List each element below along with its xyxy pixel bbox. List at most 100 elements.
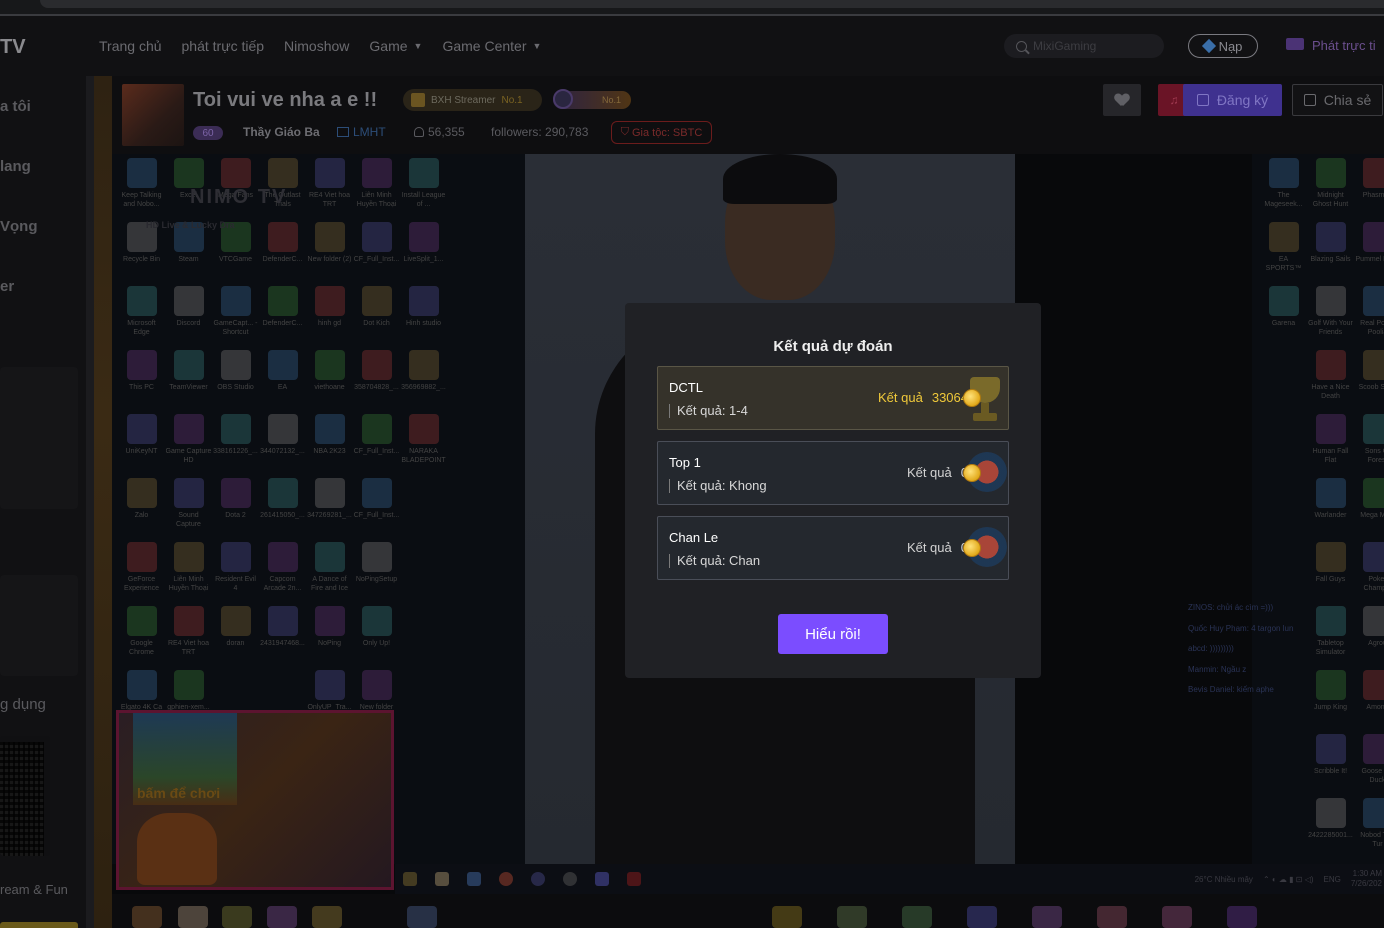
coin-icon xyxy=(963,464,981,482)
search-placeholder: MixiGaming xyxy=(1033,39,1097,53)
topup-button[interactable]: Nạp xyxy=(1188,34,1258,58)
app-icon xyxy=(361,478,392,508)
subscribe-button[interactable]: Đăng ký xyxy=(1183,84,1282,116)
desktop-icon-label: This PC xyxy=(129,384,154,391)
sidebar-bottom-button[interactable] xyxy=(0,922,78,928)
sidebar-card xyxy=(0,367,78,509)
desktop-icon: Resident Evil 4 xyxy=(212,542,259,606)
app-icon xyxy=(1315,606,1346,636)
sidebar-scrollbar[interactable] xyxy=(86,76,94,928)
app-icon xyxy=(267,542,298,572)
app-icon xyxy=(408,222,439,252)
app-icon xyxy=(408,286,439,316)
gift-item[interactable] xyxy=(312,906,342,928)
desktop-icon: New folder (2) xyxy=(306,222,353,286)
sidebar-item-mine[interactable]: a tôi xyxy=(0,98,31,115)
gift-item[interactable] xyxy=(407,906,437,928)
desktop-icon: Among xyxy=(1354,670,1384,734)
desktop-icon-label: Scoob Splat xyxy=(1358,384,1384,391)
stream-desktop-left: Keep Talking and Nobo... Excel Mega Fans Th… xyxy=(112,154,525,890)
gift-item[interactable] xyxy=(222,906,252,928)
desktop-icon-label: viethoane xyxy=(314,384,345,391)
app-icon xyxy=(173,478,204,508)
desktop-icon: Capcom Arcade 2n... xyxy=(259,542,306,606)
app-icon xyxy=(173,350,204,380)
sidebar-item-live[interactable]: lang xyxy=(0,158,31,175)
app-icon xyxy=(126,670,157,700)
chevron-down-icon: ▼ xyxy=(413,41,423,51)
diamond-icon xyxy=(1201,38,1216,54)
desktop-icon-label: Goose Go Duck xyxy=(1361,768,1384,784)
share-button[interactable]: Chia sẻ xyxy=(1292,84,1383,116)
stream-header: Toi vui ve nha a e !! BXH Streamer No.1 … xyxy=(112,76,1384,154)
nav-game-center[interactable]: Game Center ▼ xyxy=(442,38,541,54)
desktop-icon-label: Sons Of Forest xyxy=(1364,448,1384,464)
person-icon xyxy=(414,127,424,137)
gift-item[interactable] xyxy=(967,906,997,928)
prediction-card: DCTL Kết quả: 1-4 Kết quả 33064 xyxy=(657,366,1009,430)
viewer-count-value: 56,355 xyxy=(428,125,465,139)
prediction-card: Chan Le Kết quả: Chan Kết quả 0 xyxy=(657,516,1009,580)
desktop-icon: Microsoft Edge xyxy=(118,286,165,350)
desktop-icon: Nobod The Tur xyxy=(1354,798,1384,862)
app-icon xyxy=(1315,286,1346,316)
gift-item[interactable] xyxy=(902,906,932,928)
desktop-icon xyxy=(1260,350,1307,414)
desktop-icon-label: OBS Studio xyxy=(217,384,254,391)
app-icon xyxy=(1362,158,1384,188)
desktop-icon: 2431947468... xyxy=(259,606,306,670)
chat-line: Bevis Daniel: kiếm aphe xyxy=(1188,685,1274,694)
desktop-icon-label: Nobod The Tur xyxy=(1360,832,1384,848)
desktop-icon-label: EA xyxy=(277,384,288,391)
desktop-icon-label: GameCapt... - Shortcut xyxy=(213,320,258,336)
app-icon xyxy=(314,670,345,700)
gift-item[interactable] xyxy=(772,906,802,928)
desktop-icon-label: CF_Full_Inst... xyxy=(353,448,400,455)
gift-item[interactable] xyxy=(1162,906,1192,928)
desktop-icon: VTCGame xyxy=(212,222,259,286)
share-label: Chia sẻ xyxy=(1323,92,1372,108)
desktop-icon: 2422285001... xyxy=(1307,798,1354,862)
got-it-button[interactable]: Hiểu rồi! xyxy=(778,614,888,654)
nav-nimoshow[interactable]: Nimoshow xyxy=(284,38,349,54)
go-live-button[interactable]: Phát trực ti xyxy=(1286,38,1376,53)
gift-item[interactable] xyxy=(267,906,297,928)
sidebar-item-vong[interactable]: Vọng xyxy=(0,218,38,235)
desktop-icon xyxy=(400,478,447,542)
desktop-icon-label: DefenderC... xyxy=(262,320,303,327)
chat-line: abcd: ))))))))) xyxy=(1188,644,1234,653)
sidebar-item-er[interactable]: er xyxy=(0,278,14,295)
gift-item[interactable] xyxy=(132,906,162,928)
coin-icon xyxy=(963,539,981,557)
avatar[interactable] xyxy=(122,84,184,146)
desktop-icon-grid-right: The Mageseek... Midnight Ghost Hunt Phasmo… xyxy=(1260,158,1384,862)
desktop-icon-label: Mega M 11 xyxy=(1360,512,1384,519)
gift-item[interactable] xyxy=(837,906,867,928)
rank-badge[interactable]: No.1 xyxy=(553,89,631,109)
app-icon xyxy=(267,350,298,380)
app-icon xyxy=(1362,606,1384,636)
top-navbar: TV Trang chủ phát trực tiếp Nimoshow Gam… xyxy=(0,16,1384,76)
bxh-streamer-badge[interactable]: BXH Streamer No.1 xyxy=(403,89,542,111)
app-icon xyxy=(1362,286,1384,316)
game-link[interactable]: LMHT xyxy=(337,125,386,139)
desktop-icon-label: doran xyxy=(226,640,245,647)
streamer-name[interactable]: Thầy Giáo Ba xyxy=(243,125,320,139)
nav-live[interactable]: phát trực tiếp xyxy=(182,38,265,54)
desktop-icon: OBS Studio xyxy=(212,350,259,414)
site-logo[interactable]: TV xyxy=(0,36,26,59)
clan-badge[interactable]: ⛉ Gia tộc: SBTC xyxy=(611,121,712,144)
follow-heart-button[interactable] xyxy=(1103,84,1141,116)
app-icon xyxy=(1315,158,1346,188)
gift-item[interactable] xyxy=(1097,906,1127,928)
desktop-icon: Jump King xyxy=(1307,670,1354,734)
nav-home[interactable]: Trang chủ xyxy=(99,38,162,54)
prediction-reward: Kết quả 0 xyxy=(907,465,968,480)
desktop-icon: Poker Champio xyxy=(1354,542,1384,606)
search-input[interactable]: MixiGaming xyxy=(1004,34,1164,58)
desktop-icon-label: Tabletop Simulator xyxy=(1315,640,1346,656)
gift-item[interactable] xyxy=(1032,906,1062,928)
nav-game[interactable]: Game ▼ xyxy=(369,38,422,54)
gift-item[interactable] xyxy=(178,906,208,928)
gift-item[interactable] xyxy=(1227,906,1257,928)
